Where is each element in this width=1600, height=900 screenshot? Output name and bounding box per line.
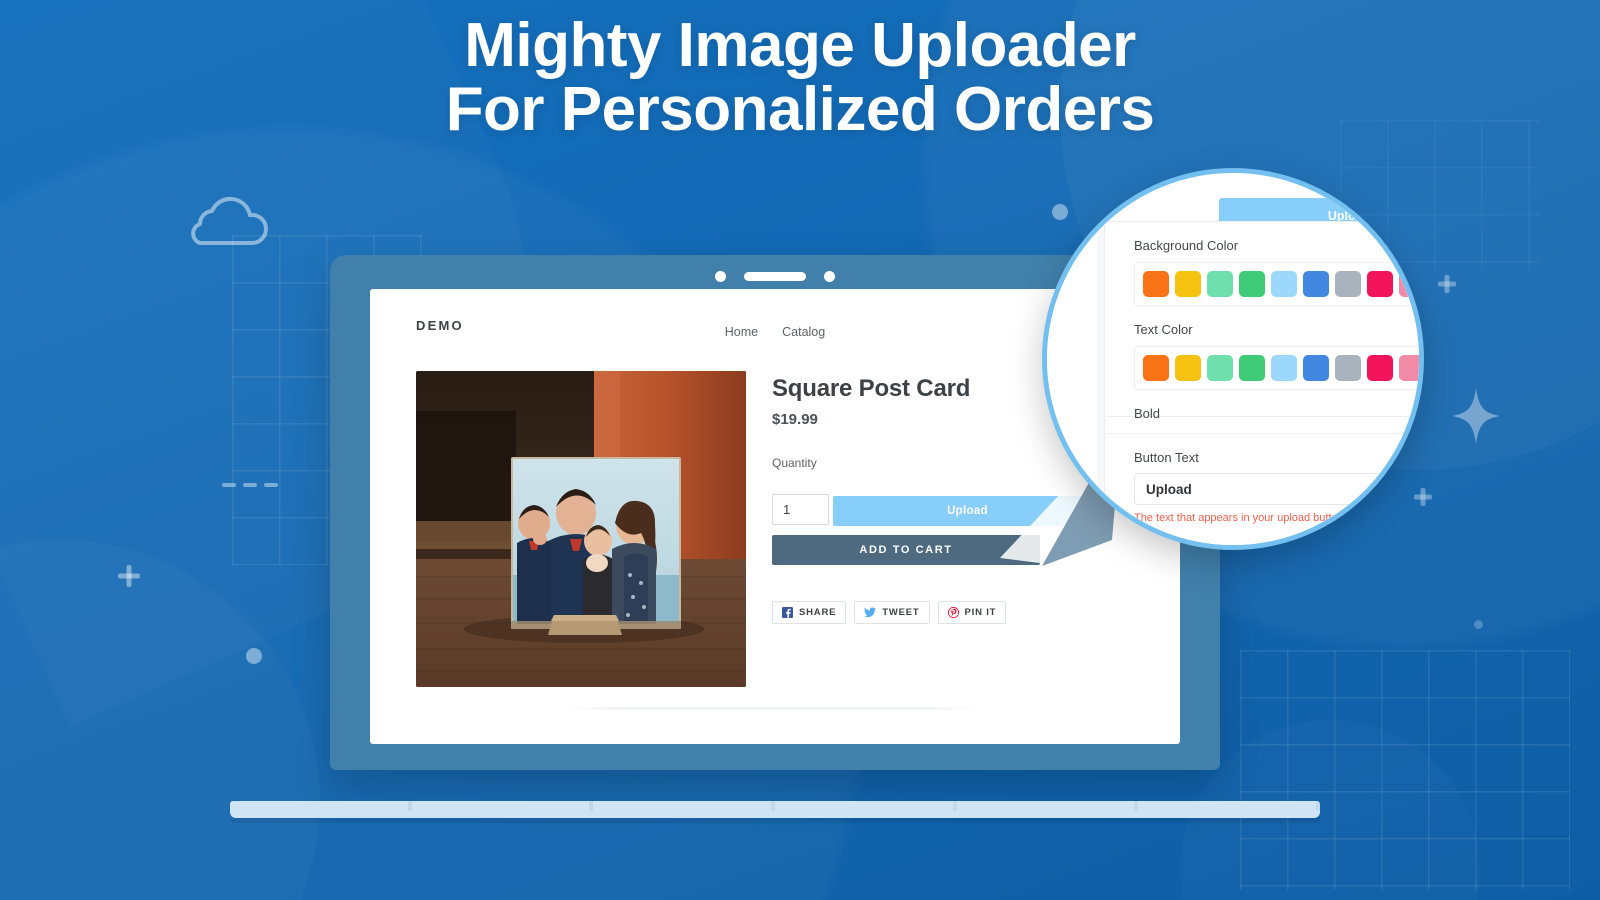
button-text-help: The text that appears in your upload but… <box>1134 512 1344 524</box>
swatch-green[interactable] <box>1239 355 1265 381</box>
magnifier-lens: Upload Background Color # Text <box>1042 168 1424 550</box>
swatch-light-blue[interactable] <box>1271 271 1297 297</box>
plus-icon <box>1438 275 1456 293</box>
store-header: DEMO Home Catalog <box>416 315 1134 349</box>
color-settings-card: Background Color # Text Color <box>1106 221 1419 421</box>
laptop-lid-bottom <box>370 744 1180 770</box>
bezel-dot-right-icon <box>824 271 835 282</box>
bezel-dot-left-icon <box>715 271 726 282</box>
share-twitter-label: TWEET <box>882 607 920 618</box>
pinterest-icon <box>947 607 959 618</box>
social-share-row: SHARE TWEET PIN IT <box>772 601 1134 624</box>
swatch-amber[interactable] <box>1175 355 1201 381</box>
page-divider <box>565 707 980 710</box>
swatch-gray[interactable] <box>1335 271 1361 297</box>
cloud-icon <box>182 195 270 247</box>
decorative-dot <box>246 648 262 664</box>
headline-line-2: For Personalized Orders <box>445 74 1155 144</box>
swatch-mint[interactable] <box>1207 271 1233 297</box>
decorative-dot <box>1474 620 1483 629</box>
page-title: Mighty Image Uploader For Personalized O… <box>0 14 1600 142</box>
share-pinterest-label: PIN IT <box>964 607 997 618</box>
quantity-input[interactable] <box>772 494 829 525</box>
swatch-amber[interactable] <box>1175 271 1201 297</box>
text-color-label: Text Color <box>1134 322 1193 337</box>
product-photo-illustration <box>416 371 746 687</box>
button-text-card: Button Text The text that appears in you… <box>1106 433 1419 545</box>
bold-label: Bold <box>1134 406 1161 421</box>
swatch-orange[interactable] <box>1143 271 1169 297</box>
store-nav: Home Catalog <box>725 325 825 339</box>
sparkle-icon <box>1452 388 1500 449</box>
swatch-blue[interactable] <box>1303 271 1329 297</box>
twitter-icon <box>864 607 877 618</box>
swatch-pink[interactable] <box>1399 355 1419 381</box>
swatch-gray[interactable] <box>1335 355 1361 381</box>
bezel-speaker-icon <box>744 272 806 281</box>
background-color-swatches: # <box>1134 262 1419 306</box>
swatch-pink[interactable] <box>1399 271 1419 297</box>
laptop-base-notches <box>230 801 1321 811</box>
background-color-label: Background Color <box>1134 238 1239 253</box>
share-facebook-label: SHARE <box>799 607 837 618</box>
product-image[interactable] <box>416 371 746 687</box>
nav-item-home[interactable]: Home <box>725 325 758 339</box>
text-color-swatches: # <box>1134 346 1419 390</box>
plus-icon <box>118 565 140 587</box>
swatch-crimson[interactable] <box>1367 271 1393 297</box>
button-text-input[interactable] <box>1134 473 1419 505</box>
swatch-light-blue[interactable] <box>1271 355 1297 381</box>
background-grid-bottom-right <box>1240 650 1570 890</box>
nav-item-catalog[interactable]: Catalog <box>782 325 825 339</box>
headline-line-1: Mighty Image Uploader <box>464 11 1136 80</box>
swatch-green[interactable] <box>1239 271 1265 297</box>
swatch-crimson[interactable] <box>1367 355 1393 381</box>
facebook-icon <box>782 607 793 618</box>
laptop-base-shadow <box>230 818 1320 823</box>
dashed-line-icon <box>222 483 278 487</box>
magnifier-rail <box>1097 173 1105 545</box>
product-gallery <box>416 371 746 687</box>
swatch-mint[interactable] <box>1207 355 1233 381</box>
magnifier-callout: Upload Background Color # Text <box>1000 168 1424 570</box>
share-facebook-button[interactable]: SHARE <box>772 601 847 624</box>
swatch-orange[interactable] <box>1143 355 1169 381</box>
magnifier-content: Upload Background Color # Text <box>1047 173 1419 545</box>
share-twitter-button[interactable]: TWEET <box>854 601 930 624</box>
share-pinterest-button[interactable]: PIN IT <box>937 601 1007 624</box>
swatch-blue[interactable] <box>1303 355 1329 381</box>
store-logo[interactable]: DEMO <box>416 318 464 333</box>
button-text-label: Button Text <box>1134 450 1199 465</box>
